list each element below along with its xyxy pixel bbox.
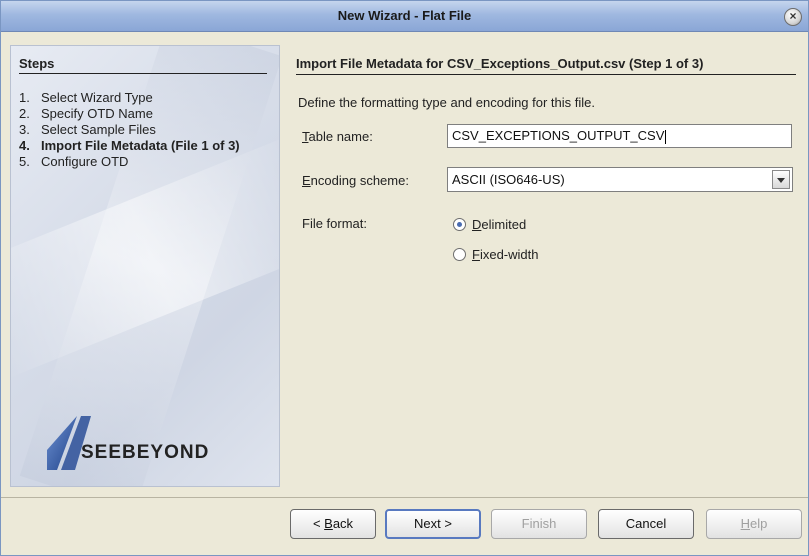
file-format-label: File format: <box>302 216 368 231</box>
step-number: 5. <box>19 154 30 169</box>
table-name-value: CSV_EXCEPTIONS_OUTPUT_CSV <box>452 128 665 143</box>
button-bar-divider <box>1 497 808 498</box>
cancel-button[interactable]: Cancel <box>598 509 694 539</box>
mnemonic: F <box>472 247 480 262</box>
window-title: New Wizard - Flat File <box>337 8 472 23</box>
back-button[interactable]: < Back <box>290 509 376 539</box>
mnemonic: D <box>472 217 482 232</box>
encoding-scheme-select[interactable]: ASCII (ISO646-US) <box>447 167 793 192</box>
step-item: 2. Specify OTD Name <box>19 106 271 122</box>
step-item: 1. Select Wizard Type <box>19 90 271 106</box>
chevron-down-icon[interactable] <box>772 170 790 189</box>
step-label: Specify OTD Name <box>41 106 153 121</box>
seebeyond-logo: SEEBEYOND <box>47 416 267 470</box>
radio-delimited[interactable]: Delimited <box>453 217 526 232</box>
label-text: ack <box>332 516 354 531</box>
encoding-scheme-label: Encoding scheme: <box>302 173 409 188</box>
radio-label: Delimited <box>472 217 526 232</box>
page-title: Import File Metadata for CSV_Exceptions_… <box>296 56 796 75</box>
steps-header: Steps <box>19 56 267 74</box>
next-button[interactable]: Next > <box>385 509 481 539</box>
label-text: ncoding scheme: <box>310 173 409 188</box>
logo-text: SEEBEYOND <box>81 442 210 463</box>
close-button[interactable]: × <box>784 8 802 26</box>
step-number: 3. <box>19 122 30 137</box>
title-bar[interactable]: New Wizard - Flat File × <box>1 1 808 32</box>
steps-list: 1. Select Wizard Type 2. Specify OTD Name … <box>19 90 271 170</box>
encoding-scheme-value: ASCII (ISO646-US) <box>452 172 565 187</box>
label-text: < <box>312 516 325 531</box>
step-number: 1. <box>19 90 30 105</box>
finish-button[interactable]: Finish <box>491 509 587 539</box>
table-name-label: Table name: <box>302 129 373 144</box>
step-label: Configure OTD <box>41 154 129 169</box>
label-text: able name: <box>308 129 373 144</box>
label-text: ixed-width <box>479 247 539 262</box>
label-text: elp <box>750 516 768 531</box>
step-label: Import File Metadata (File 1 of 3) <box>41 138 240 153</box>
radio-label: Fixed-width <box>472 247 538 262</box>
mnemonic: B <box>324 516 333 531</box>
close-icon: × <box>789 9 797 23</box>
label-text: elimited <box>481 217 527 232</box>
radio-fixed-width[interactable]: Fixed-width <box>453 247 538 262</box>
step-item: 5. Configure OTD <box>19 154 271 170</box>
table-name-input[interactable]: CSV_EXCEPTIONS_OUTPUT_CSV <box>447 124 792 148</box>
radio-unselected-icon[interactable] <box>453 248 466 261</box>
text-caret <box>665 129 667 144</box>
wizard-window: New Wizard - Flat File × Steps 1. Select … <box>0 0 809 556</box>
steps-panel: Steps 1. Select Wizard Type 2. Specify OTD… <box>10 45 280 487</box>
step-number: 4. <box>19 138 30 153</box>
step-item-active: 4. Import File Metadata (File 1 of 3) <box>19 138 271 154</box>
mnemonic: H <box>740 516 751 531</box>
help-button[interactable]: Help <box>706 509 802 539</box>
step-label: Select Sample Files <box>41 122 156 137</box>
radio-selected-icon[interactable] <box>453 218 466 231</box>
mnemonic: E <box>302 173 311 188</box>
step-label: Select Wizard Type <box>41 90 153 105</box>
step-number: 2. <box>19 106 30 121</box>
step-item: 3. Select Sample Files <box>19 122 271 138</box>
intro-text: Define the formatting type and encoding … <box>298 95 596 110</box>
